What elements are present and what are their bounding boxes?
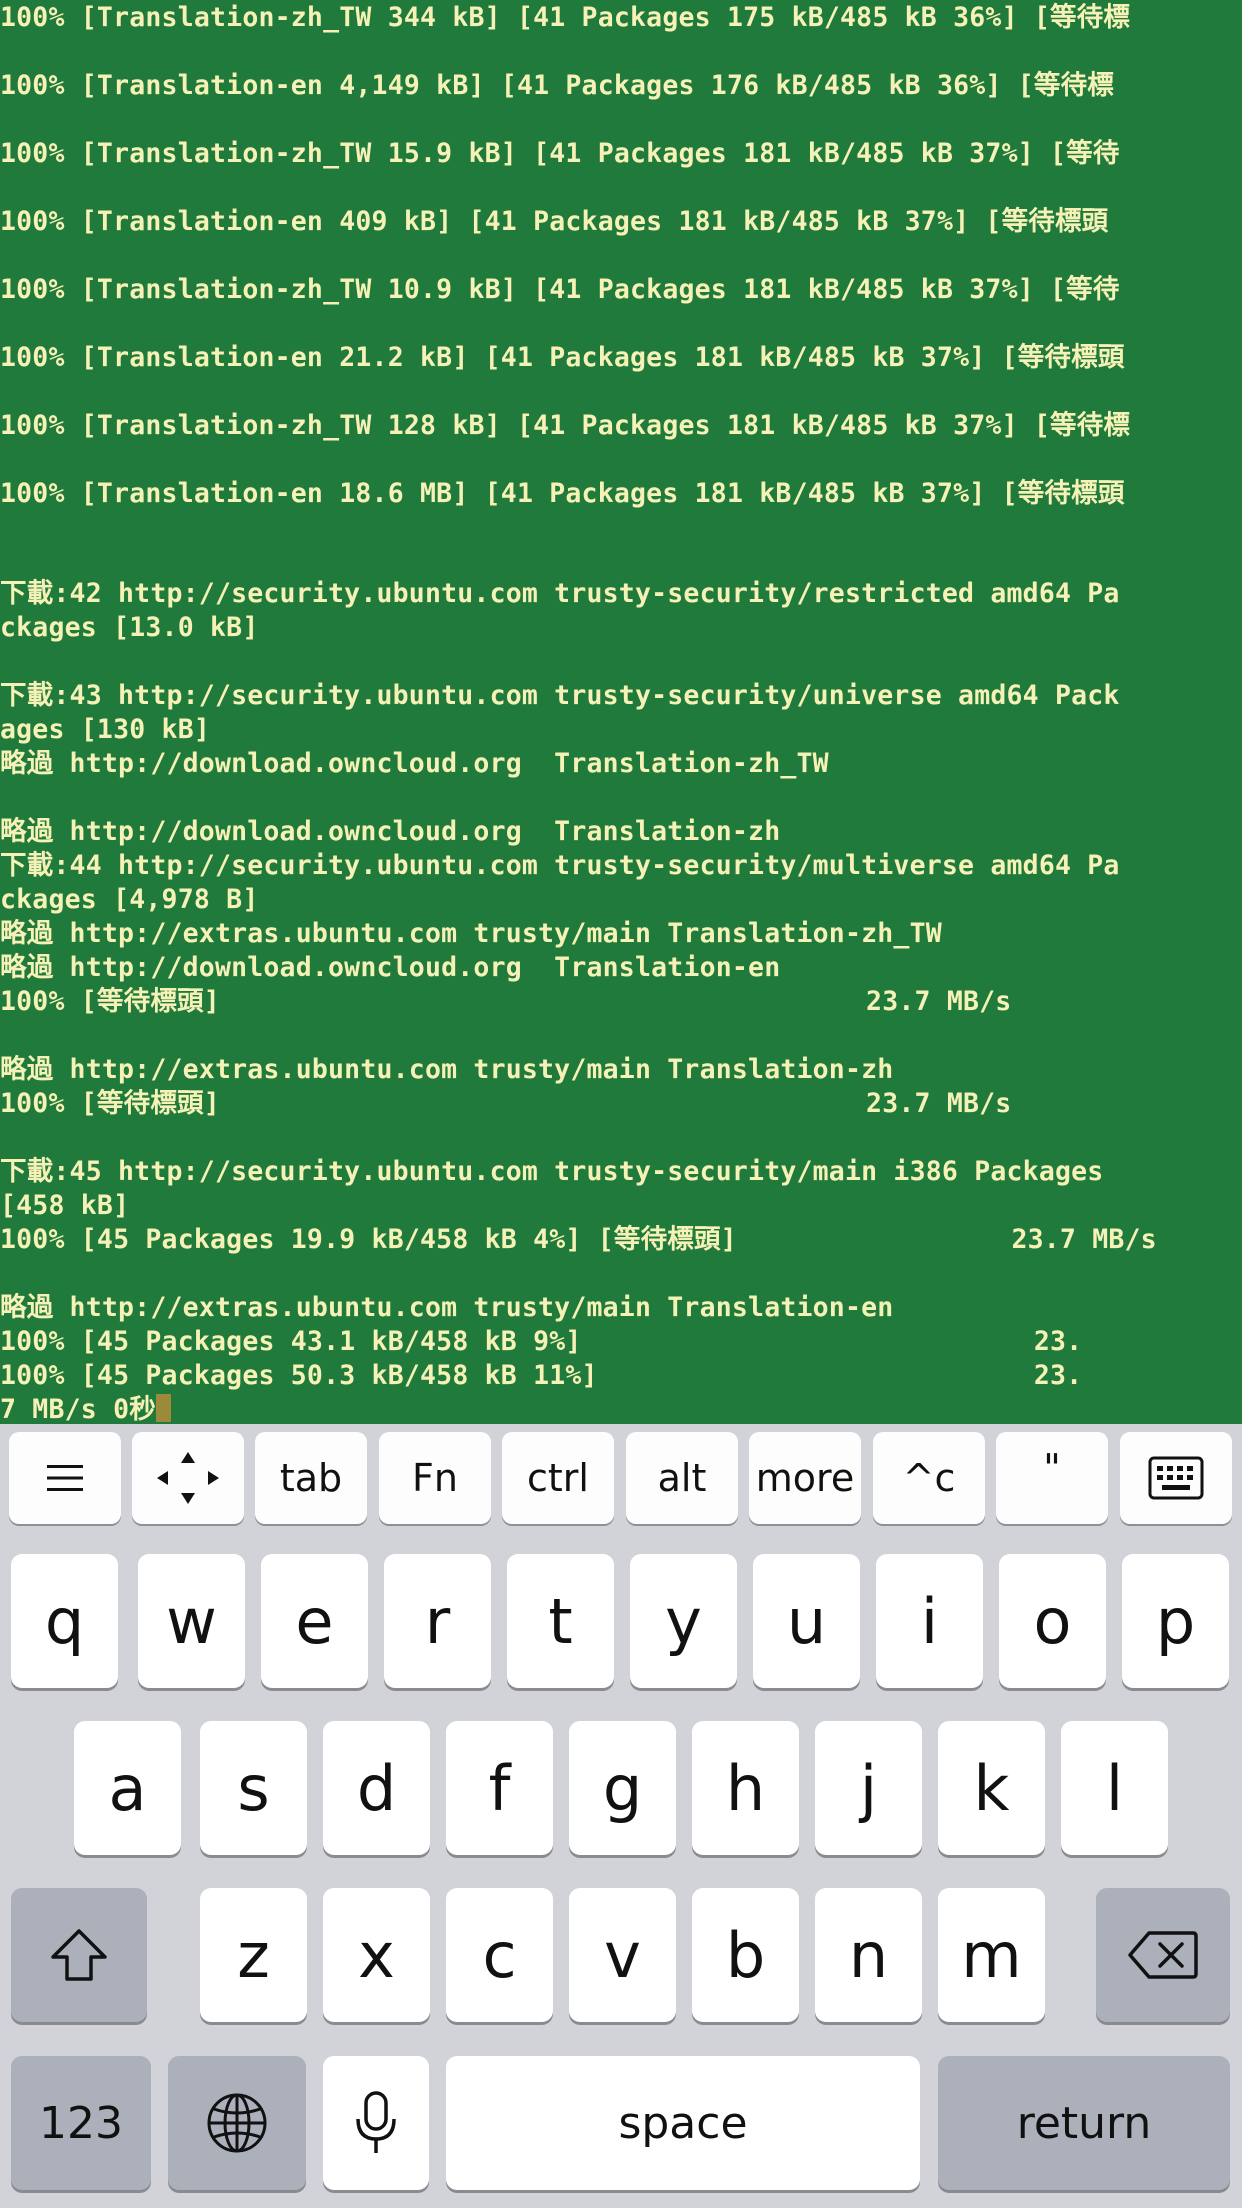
key-c[interactable]: c	[446, 1888, 553, 2022]
terminal-cursor	[155, 1394, 171, 1422]
key-h[interactable]: h	[692, 1721, 799, 1855]
terminal-line: 100% [Translation-en 4,149 kB] [41 Packa…	[0, 70, 1114, 101]
terminal-line: ckages [4,978 B]	[0, 884, 259, 915]
terminal-line: 100% [等待標頭] 23.7 MB/s	[0, 1088, 1012, 1119]
shift-icon	[47, 1925, 111, 1985]
terminal-line: 100% [Translation-zh_TW 344 kB] [41 Pack…	[0, 2, 1131, 33]
terminal-line: 100% [Translation-zh_TW 15.9 kB] [41 Pac…	[0, 138, 1120, 169]
terminal-line: 100% [45 Packages 50.3 kB/458 kB 11%] 23…	[0, 1360, 1083, 1391]
terminal-line: 略過 http://download.owncloud.org Translat…	[0, 952, 781, 983]
more-key[interactable]: more	[749, 1432, 861, 1524]
key-m[interactable]: m	[938, 1888, 1045, 2022]
key-s[interactable]: s	[200, 1721, 307, 1855]
key-t[interactable]: t	[507, 1554, 614, 1688]
terminal-line: 略過 http://download.owncloud.org Translat…	[0, 816, 781, 847]
onscreen-keyboard: q w e r t y u i o p a s d f g h j k l z …	[0, 1534, 1242, 2208]
key-i[interactable]: i	[876, 1554, 983, 1688]
key-p[interactable]: p	[1122, 1554, 1229, 1688]
terminal-line: 100% [Translation-zh_TW 128 kB] [41 Pack…	[0, 410, 1131, 441]
terminal-line: 略過 http://extras.ubuntu.com trusty/main …	[0, 918, 942, 949]
key-w[interactable]: w	[138, 1554, 245, 1688]
hide-keyboard-button[interactable]	[1120, 1432, 1232, 1524]
terminal-line: 100% [Translation-en 409 kB] [41 Package…	[0, 206, 1109, 237]
dictation-key[interactable]	[323, 2056, 429, 2190]
terminal-line: 下載:42 http://security.ubuntu.com trusty-…	[0, 578, 1120, 609]
key-u[interactable]: u	[753, 1554, 860, 1688]
ctrl-key[interactable]: ctrl	[502, 1432, 614, 1524]
hamburger-menu-icon	[45, 1462, 85, 1494]
fn-key[interactable]: Fn	[379, 1432, 491, 1524]
key-r[interactable]: r	[384, 1554, 491, 1688]
terminal-line: 下載:45 http://security.ubuntu.com trusty-…	[0, 1156, 1104, 1187]
key-z[interactable]: z	[200, 1888, 307, 2022]
terminal-line: [458 kB]	[0, 1190, 130, 1221]
numbers-key[interactable]: 123	[11, 2056, 151, 2190]
backspace-icon	[1127, 1929, 1199, 1981]
terminal-line: 100% [45 Packages 19.9 kB/458 kB 4%] [等待…	[0, 1224, 1157, 1255]
ctrl-c-key[interactable]: ^c	[873, 1432, 985, 1524]
terminal-last-line-text: 7 MB/s 0秒	[0, 1394, 156, 1424]
terminal-line: 下載:44 http://security.ubuntu.com trusty-…	[0, 850, 1120, 881]
alt-key[interactable]: alt	[626, 1432, 738, 1524]
terminal-output[interactable]: 100% [Translation-zh_TW 344 kB] [41 Pack…	[0, 0, 1242, 1424]
return-key[interactable]: return	[938, 2056, 1230, 2190]
screen: 100% [Translation-zh_TW 344 kB] [41 Pack…	[0, 0, 1242, 2208]
globe-key[interactable]	[168, 2056, 306, 2190]
terminal-line: 下載:43 http://security.ubuntu.com trusty-…	[0, 680, 1120, 711]
globe-icon	[205, 2091, 269, 2155]
key-q[interactable]: q	[11, 1554, 118, 1688]
arrow-keys-button[interactable]	[132, 1432, 244, 1524]
tab-key[interactable]: tab	[255, 1432, 367, 1524]
key-d[interactable]: d	[323, 1721, 430, 1855]
key-g[interactable]: g	[569, 1721, 676, 1855]
terminal-line: ckages [13.0 kB]	[0, 612, 259, 643]
microphone-icon	[354, 2089, 398, 2157]
terminal-line: 7 MB/s 0秒	[0, 1393, 171, 1424]
key-l[interactable]: l	[1061, 1721, 1168, 1855]
delete-key[interactable]	[1096, 1888, 1230, 2022]
accessory-key-bar: tab Fn ctrl alt more ^c "	[0, 1424, 1242, 1534]
quote-key[interactable]: "	[996, 1432, 1108, 1524]
menu-button[interactable]	[9, 1432, 121, 1524]
key-j[interactable]: j	[815, 1721, 922, 1855]
terminal-line: 略過 http://download.owncloud.org Translat…	[0, 748, 829, 779]
terminal-line: 100% [Translation-zh_TW 10.9 kB] [41 Pac…	[0, 274, 1120, 305]
key-k[interactable]: k	[938, 1721, 1045, 1855]
terminal-line: 略過 http://extras.ubuntu.com trusty/main …	[0, 1054, 894, 1085]
terminal-line: 100% [45 Packages 43.1 kB/458 kB 9%] 23.	[0, 1326, 1083, 1357]
key-f[interactable]: f	[446, 1721, 553, 1855]
space-key[interactable]: space	[446, 2056, 920, 2190]
arrow-keys-icon	[143, 1448, 233, 1508]
key-y[interactable]: y	[630, 1554, 737, 1688]
key-e[interactable]: e	[261, 1554, 368, 1688]
key-b[interactable]: b	[692, 1888, 799, 2022]
key-v[interactable]: v	[569, 1888, 676, 2022]
terminal-line: 100% [Translation-en 21.2 kB] [41 Packag…	[0, 342, 1125, 373]
keyboard-icon	[1146, 1454, 1206, 1502]
terminal-line: ages [130 kB]	[0, 714, 211, 745]
terminal-line: 略過 http://extras.ubuntu.com trusty/main …	[0, 1292, 894, 1323]
terminal-line: 100% [等待標頭] 23.7 MB/s	[0, 986, 1012, 1017]
shift-key[interactable]	[11, 1888, 147, 2022]
terminal-line: 100% [Translation-en 18.6 MB] [41 Packag…	[0, 478, 1125, 509]
key-a[interactable]: a	[74, 1721, 181, 1855]
key-o[interactable]: o	[999, 1554, 1106, 1688]
key-x[interactable]: x	[323, 1888, 430, 2022]
key-n[interactable]: n	[815, 1888, 922, 2022]
